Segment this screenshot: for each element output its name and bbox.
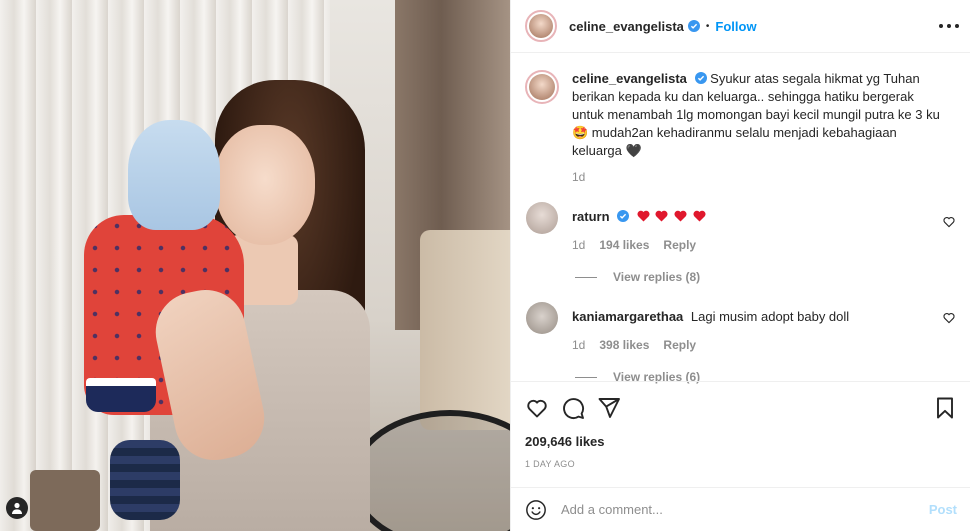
like-heart-icon[interactable]	[525, 396, 549, 420]
author-avatar[interactable]	[525, 10, 557, 42]
caption-username[interactable]: celine_evangelista	[572, 71, 687, 86]
red-heart-icon	[637, 210, 650, 222]
comment-item: raturn 1d 194 likes Reply	[525, 202, 955, 254]
comments-section: celine_evangelista Syukur atas segala hi…	[511, 54, 970, 384]
replies-line	[575, 276, 597, 278]
post-date[interactable]: 1 DAY AGO	[525, 459, 957, 469]
action-icons-row	[525, 396, 957, 420]
save-bookmark-icon[interactable]	[933, 396, 957, 420]
comment-meta: 1d 194 likes Reply	[572, 236, 932, 254]
photo-baby-hat	[128, 120, 220, 230]
commenter-avatar[interactable]	[526, 202, 558, 234]
red-heart-icon	[674, 210, 687, 222]
comment-meta: 1d 398 likes Reply	[572, 336, 932, 354]
photo-baby-boat-print	[86, 378, 156, 412]
comment-body: kaniamargarethaa Lagi musim adopt baby d…	[572, 308, 932, 354]
like-comment-heart-icon[interactable]	[943, 312, 955, 324]
post-side-panel: celine_evangelista • Follow celine_evang…	[510, 0, 970, 531]
comment-username[interactable]: raturn	[572, 209, 610, 224]
post-header: celine_evangelista • Follow	[511, 0, 970, 53]
photo-bag	[30, 470, 100, 531]
photo-woman-face	[215, 125, 315, 245]
caption-time[interactable]: 1d	[572, 168, 942, 186]
tagged-users-icon[interactable]	[6, 497, 28, 519]
separator-dot: •	[705, 20, 710, 32]
verified-badge-icon	[617, 210, 630, 222]
comment-username[interactable]: kaniamargarethaa	[572, 309, 683, 324]
comment-time[interactable]: 1d	[572, 336, 585, 354]
post-comment-button[interactable]: Post	[929, 502, 957, 517]
comment-likes[interactable]: 194 likes	[599, 236, 649, 254]
emoji-smile-icon[interactable]	[525, 499, 547, 521]
comment-time[interactable]: 1d	[572, 236, 585, 254]
post-likes-count[interactable]: 209,646 likes	[525, 434, 957, 449]
comment-body: raturn 1d 194 likes Reply	[572, 208, 932, 254]
comment-text: Lagi musim adopt baby doll	[690, 309, 850, 324]
comment-item: kaniamargarethaa Lagi musim adopt baby d…	[525, 302, 955, 354]
view-replies-label[interactable]: View replies (8)	[613, 270, 700, 284]
red-heart-icon	[655, 210, 668, 222]
verified-badge-icon	[694, 72, 707, 84]
comment-likes[interactable]: 398 likes	[599, 336, 649, 354]
commenter-avatar[interactable]	[526, 302, 558, 334]
view-replies-button[interactable]: View replies (8)	[575, 270, 955, 284]
verified-badge-icon	[687, 20, 700, 32]
follow-button[interactable]: Follow	[715, 19, 756, 34]
caption-avatar[interactable]	[525, 70, 559, 104]
reply-button[interactable]: Reply	[663, 236, 696, 254]
author-username[interactable]: celine_evangelista	[569, 19, 684, 34]
post-caption: celine_evangelista Syukur atas segala hi…	[525, 70, 955, 186]
post-photo[interactable]	[0, 0, 510, 531]
more-options-icon[interactable]	[939, 18, 959, 34]
photo-baby-leg	[110, 440, 180, 520]
comment-hearts	[637, 209, 708, 224]
like-comment-heart-icon[interactable]	[943, 216, 955, 228]
caption-body: celine_evangelista Syukur atas segala hi…	[572, 70, 942, 186]
add-comment-bar: Post	[511, 487, 970, 531]
replies-line	[575, 376, 597, 378]
add-comment-input[interactable]	[561, 502, 901, 517]
reply-button[interactable]: Reply	[663, 336, 696, 354]
red-heart-icon	[693, 210, 706, 222]
post-actions: 209,646 likes 1 DAY AGO	[511, 381, 970, 469]
photo-chair	[420, 230, 510, 430]
instagram-post-frame: celine_evangelista • Follow celine_evang…	[0, 0, 970, 531]
comment-icon[interactable]	[561, 396, 585, 420]
share-send-icon[interactable]	[597, 396, 621, 420]
